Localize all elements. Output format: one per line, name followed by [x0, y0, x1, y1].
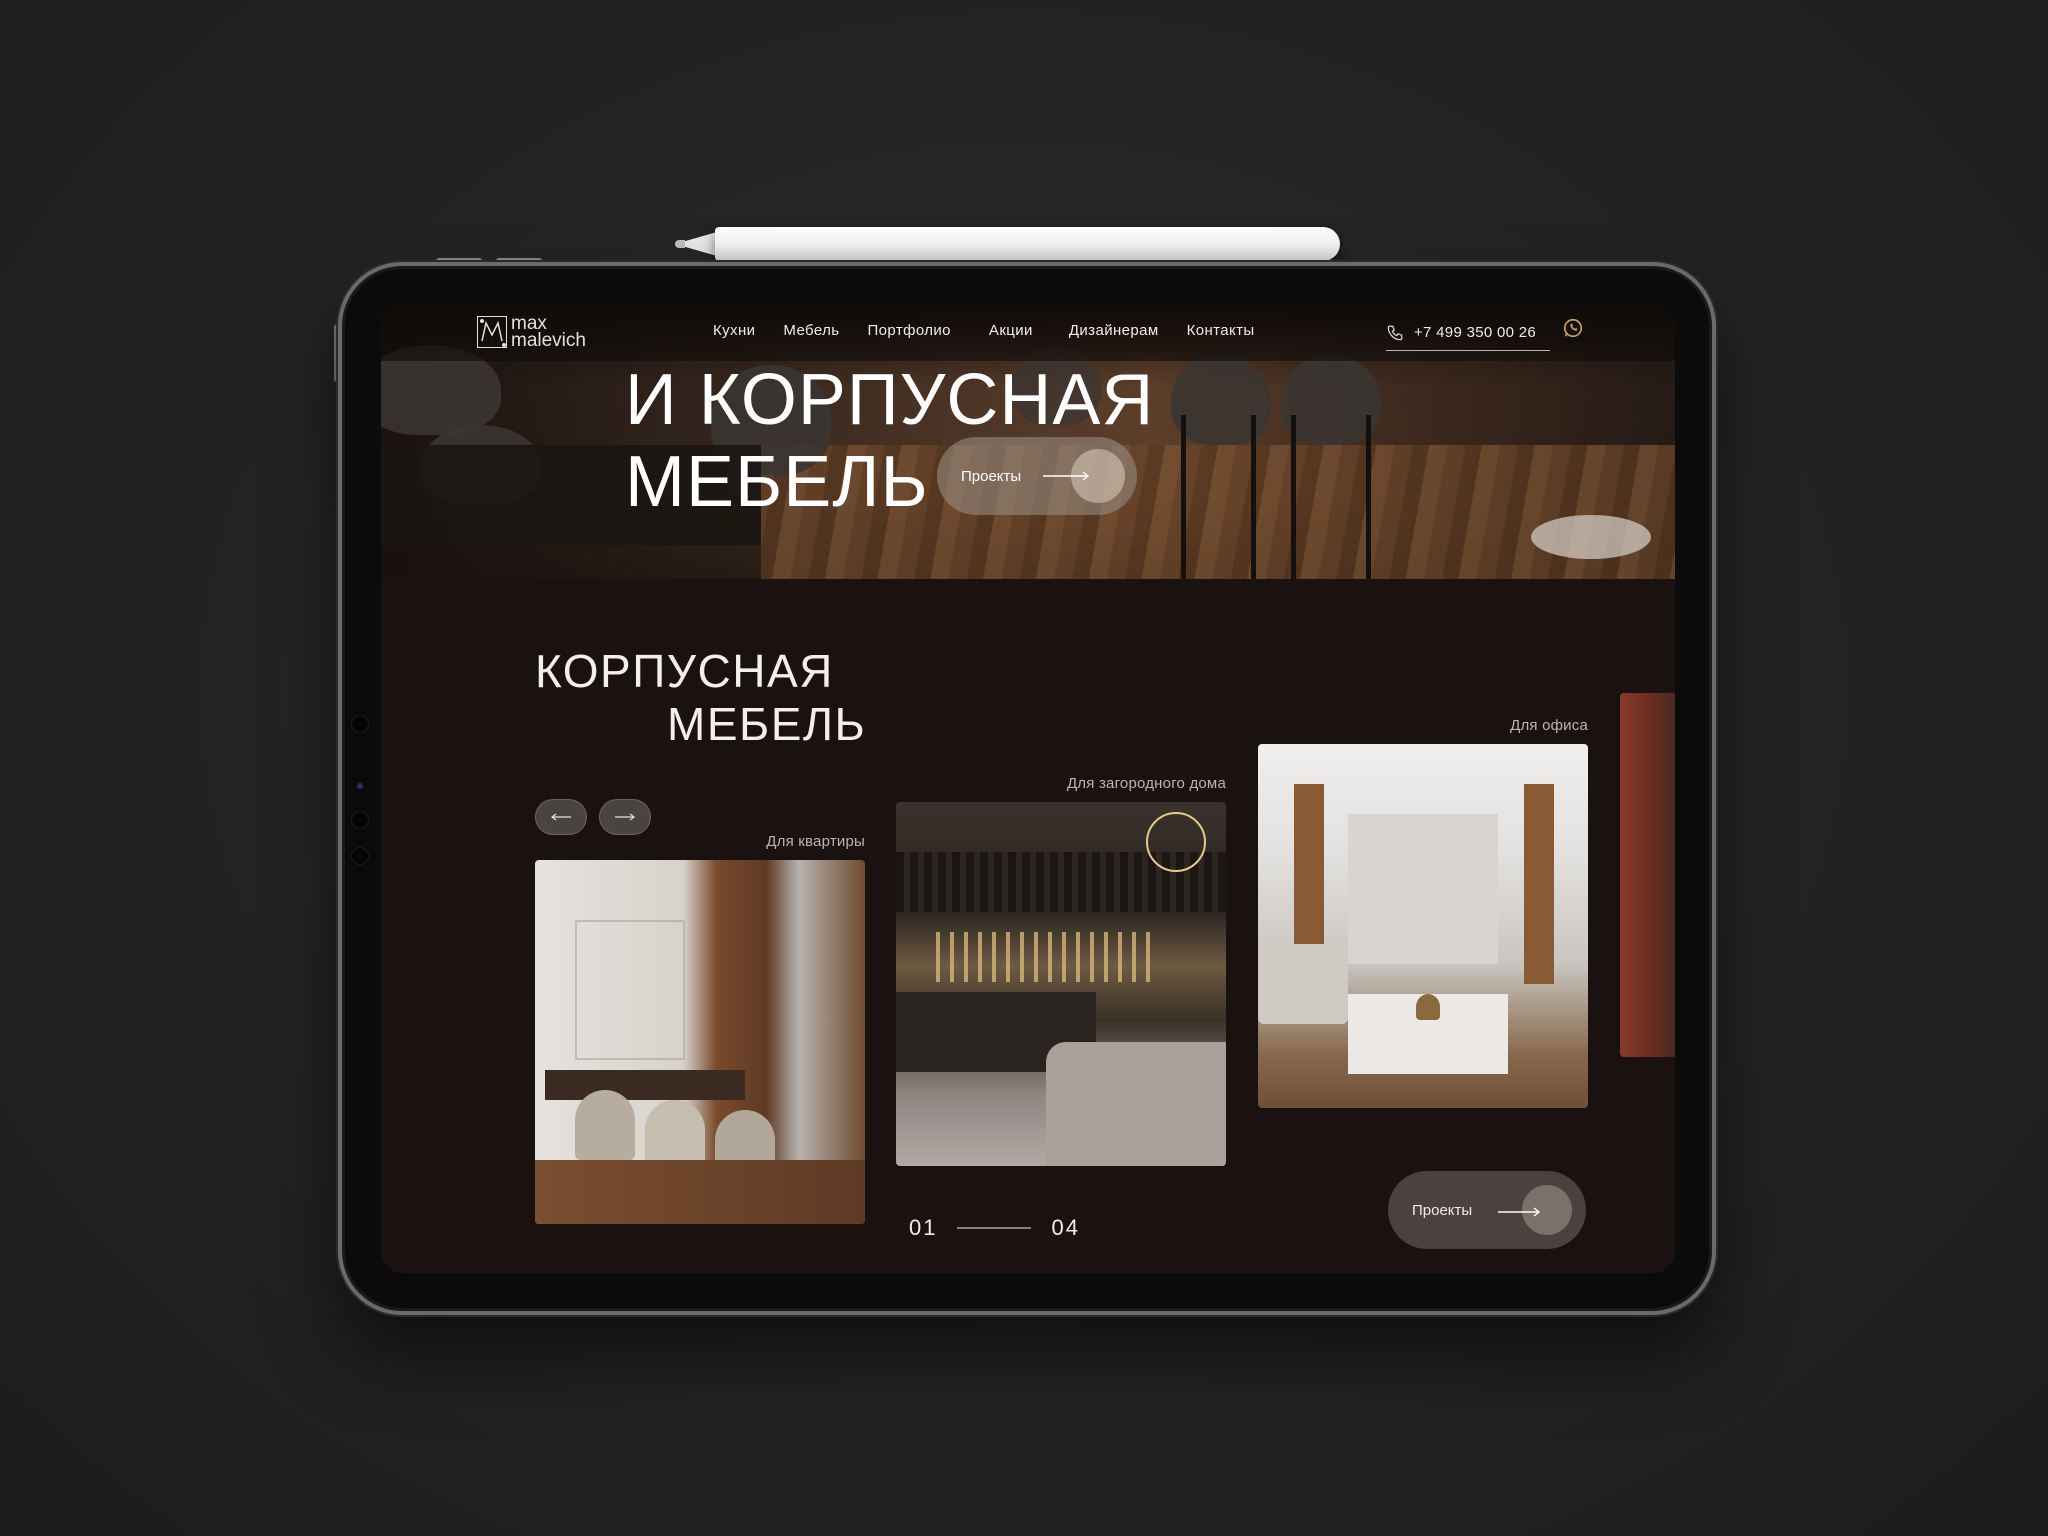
hero-section: max malevich Кухни Мебель Портфолио Акци… — [381, 305, 1675, 579]
stool-leg — [1366, 415, 1371, 579]
arrow-right-icon — [1498, 1207, 1541, 1217]
slider-next-button[interactable] — [599, 799, 651, 835]
nav-item-kitchens[interactable]: Кухни — [713, 322, 755, 339]
logo-text: max malevich — [511, 314, 586, 351]
hero-projects-button[interactable]: Проекты — [937, 437, 1137, 515]
hero-stool — [1171, 355, 1271, 445]
projects-button[interactable]: Проекты — [1388, 1171, 1586, 1249]
logo-line2: malevich — [511, 330, 586, 351]
nav-item-promotions[interactable]: Акции — [989, 322, 1033, 339]
hero-projects-label: Проекты — [961, 467, 1022, 485]
arrow-right-icon — [1043, 471, 1090, 481]
slide-counter: 01 04 — [909, 1215, 1080, 1241]
website-screen: max malevich Кухни Мебель Портфолио Акци… — [381, 305, 1675, 1273]
camera-dot — [352, 812, 368, 828]
phone-icon — [1387, 325, 1403, 340]
card-image-office — [1258, 744, 1588, 1108]
section-title-line2: МЕБЕЛЬ — [667, 698, 867, 750]
card-caption: Для загородного дома — [1066, 775, 1226, 792]
logo[interactable]: max malevich — [477, 314, 586, 351]
nav-item-designers[interactable]: Дизайнерам — [1069, 322, 1159, 339]
hero-plate — [1531, 515, 1651, 559]
nav-item-portfolio[interactable]: Портфолио — [867, 322, 950, 339]
hero-title-line1: И КОРПУСНАЯ — [625, 360, 1155, 440]
arrow-right-icon — [615, 813, 635, 821]
card-caption: Для офиса — [1510, 717, 1588, 734]
header-bar: max malevich Кухни Мебель Портфолио Акци… — [381, 305, 1675, 361]
camera-dot — [352, 848, 368, 864]
project-card-country-house[interactable]: Для загородного дома — [896, 775, 1226, 1166]
nav-item-contacts[interactable]: Контакты — [1187, 322, 1255, 339]
counter-total: 04 — [1051, 1215, 1080, 1240]
phone-number: +7 499 350 00 26 — [1414, 324, 1536, 341]
pencil-body — [715, 227, 1340, 261]
card-image-apartment — [535, 860, 865, 1224]
camera-lens — [357, 783, 363, 789]
project-card-office[interactable]: Для офиса — [1258, 717, 1588, 1108]
project-card-apartment[interactable]: Для квартиры — [535, 833, 865, 1224]
whatsapp-icon[interactable] — [1562, 317, 1584, 344]
slider-prev-button[interactable] — [535, 799, 587, 835]
section-title: КОРПУСНАЯ МЕБЕЛЬ — [535, 645, 866, 751]
phone-link[interactable]: +7 499 350 00 26 — [1386, 315, 1550, 351]
projects-button-label: Проекты — [1412, 1201, 1473, 1219]
card-caption: Для квартиры — [766, 833, 865, 850]
counter-current: 01 — [909, 1215, 938, 1240]
section-title-line1: КОРПУСНАЯ — [535, 645, 834, 697]
nav-item-furniture[interactable]: Мебель — [783, 322, 839, 339]
slider-controls — [535, 799, 651, 835]
stool-leg — [1181, 415, 1186, 579]
logo-mark-icon — [477, 316, 507, 348]
counter-divider — [957, 1227, 1032, 1229]
camera-dot — [352, 716, 368, 732]
pencil-nib — [675, 240, 685, 248]
card-image-country-house — [896, 802, 1226, 1166]
stool-leg — [1291, 415, 1296, 579]
main-nav: Кухни Мебель Портфолио Акции Дизайнерам … — [713, 322, 1283, 339]
arrow-left-icon — [551, 813, 571, 821]
stylus-pencil — [675, 227, 1340, 261]
stool-leg — [1251, 415, 1256, 579]
card-image-next-peek — [1620, 693, 1675, 1057]
